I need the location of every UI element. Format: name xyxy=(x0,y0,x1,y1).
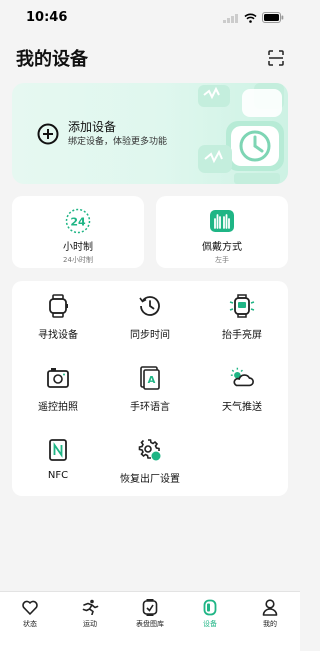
wifi-icon xyxy=(244,8,257,27)
page-title: 我的设备 xyxy=(16,49,88,70)
add-circle-icon xyxy=(37,123,59,149)
tab-status[interactable]: 状态 xyxy=(0,592,60,651)
watch-illustration-icon xyxy=(198,83,284,184)
grid-label: 遥控拍照 xyxy=(38,402,78,413)
heart-icon xyxy=(21,598,39,616)
clock-sync-icon xyxy=(137,293,163,319)
tab-profile[interactable]: 我的 xyxy=(240,592,300,651)
time-format-card[interactable]: 24 小时制 24小时制 xyxy=(12,196,144,268)
status-icons xyxy=(223,8,284,27)
grid-item-band-language[interactable]: A 手环语言 xyxy=(104,365,196,425)
clock-24-icon: 24 xyxy=(64,208,92,234)
grid-item-raise-to-wake[interactable]: 抬手亮屏 xyxy=(196,293,288,353)
grid-item-weather-push[interactable]: 天气推送 xyxy=(196,365,288,425)
profile-icon xyxy=(261,598,279,616)
watchface-icon xyxy=(141,598,159,616)
scan-icon xyxy=(268,50,284,66)
sport-icon xyxy=(81,598,99,616)
header: 我的设备 xyxy=(0,40,300,76)
tab-label: 设备 xyxy=(203,620,217,628)
grid-item-nfc[interactable]: NFC xyxy=(12,437,104,497)
watch-glow-icon xyxy=(229,293,255,319)
bottom-tab-bar: 状态 运动 表盘图库 设备 我的 xyxy=(0,591,300,651)
time-format-label: 小时制 xyxy=(63,242,93,253)
grid-label: 恢复出厂设置 xyxy=(120,474,180,485)
grid-item-remote-camera[interactable]: 遥控拍照 xyxy=(12,365,104,425)
weather-icon xyxy=(229,365,255,391)
factory-reset-icon xyxy=(137,437,163,463)
hands-icon xyxy=(208,208,236,234)
tab-label: 我的 xyxy=(263,620,277,628)
grid-label: 抬手亮屏 xyxy=(222,330,262,341)
nfc-icon xyxy=(45,437,71,463)
tab-label: 表盘图库 xyxy=(136,620,164,628)
tab-device[interactable]: 设备 xyxy=(180,592,240,651)
tab-label: 状态 xyxy=(23,620,37,628)
scan-button[interactable] xyxy=(266,48,286,68)
grid-item-find-device[interactable]: 寻找设备 xyxy=(12,293,104,353)
time-format-value: 24小时制 xyxy=(63,256,93,264)
grid-label: 同步时间 xyxy=(130,330,170,341)
wear-mode-label: 佩戴方式 xyxy=(202,242,242,253)
wear-mode-value: 左手 xyxy=(215,256,229,264)
feature-grid: 寻找设备 同步时间 抬手亮屏 遥控拍照 A 手环语言 天气推送 NFC 恢复出厂… xyxy=(12,281,288,496)
status-bar: 10:46 xyxy=(0,0,300,34)
grid-label: 手环语言 xyxy=(130,402,170,413)
watch-icon xyxy=(45,293,71,319)
grid-item-sync-time[interactable]: 同步时间 xyxy=(104,293,196,353)
add-device-subtitle: 绑定设备，体验更多功能 xyxy=(68,137,168,147)
battery-icon xyxy=(262,8,284,27)
grid-label: 寻找设备 xyxy=(38,330,78,341)
add-device-title: 添加设备 xyxy=(68,120,117,134)
svg-text:A: A xyxy=(148,375,156,386)
status-time: 10:46 xyxy=(26,9,68,25)
grid-label: 天气推送 xyxy=(222,402,262,413)
clock-24-text: 24 xyxy=(70,216,86,229)
tab-sport[interactable]: 运动 xyxy=(60,592,120,651)
tab-label: 运动 xyxy=(83,620,97,628)
add-device-card[interactable]: 添加设备 绑定设备，体验更多功能 xyxy=(12,83,288,184)
wear-mode-card[interactable]: 佩戴方式 左手 xyxy=(156,196,288,268)
device-icon xyxy=(201,598,219,616)
camera-icon xyxy=(45,365,71,391)
grid-label: NFC xyxy=(47,470,69,481)
signal-icon xyxy=(223,8,239,27)
language-icon: A xyxy=(137,365,163,391)
tab-watchface[interactable]: 表盘图库 xyxy=(120,592,180,651)
grid-item-factory-reset[interactable]: 恢复出厂设置 xyxy=(104,437,196,497)
